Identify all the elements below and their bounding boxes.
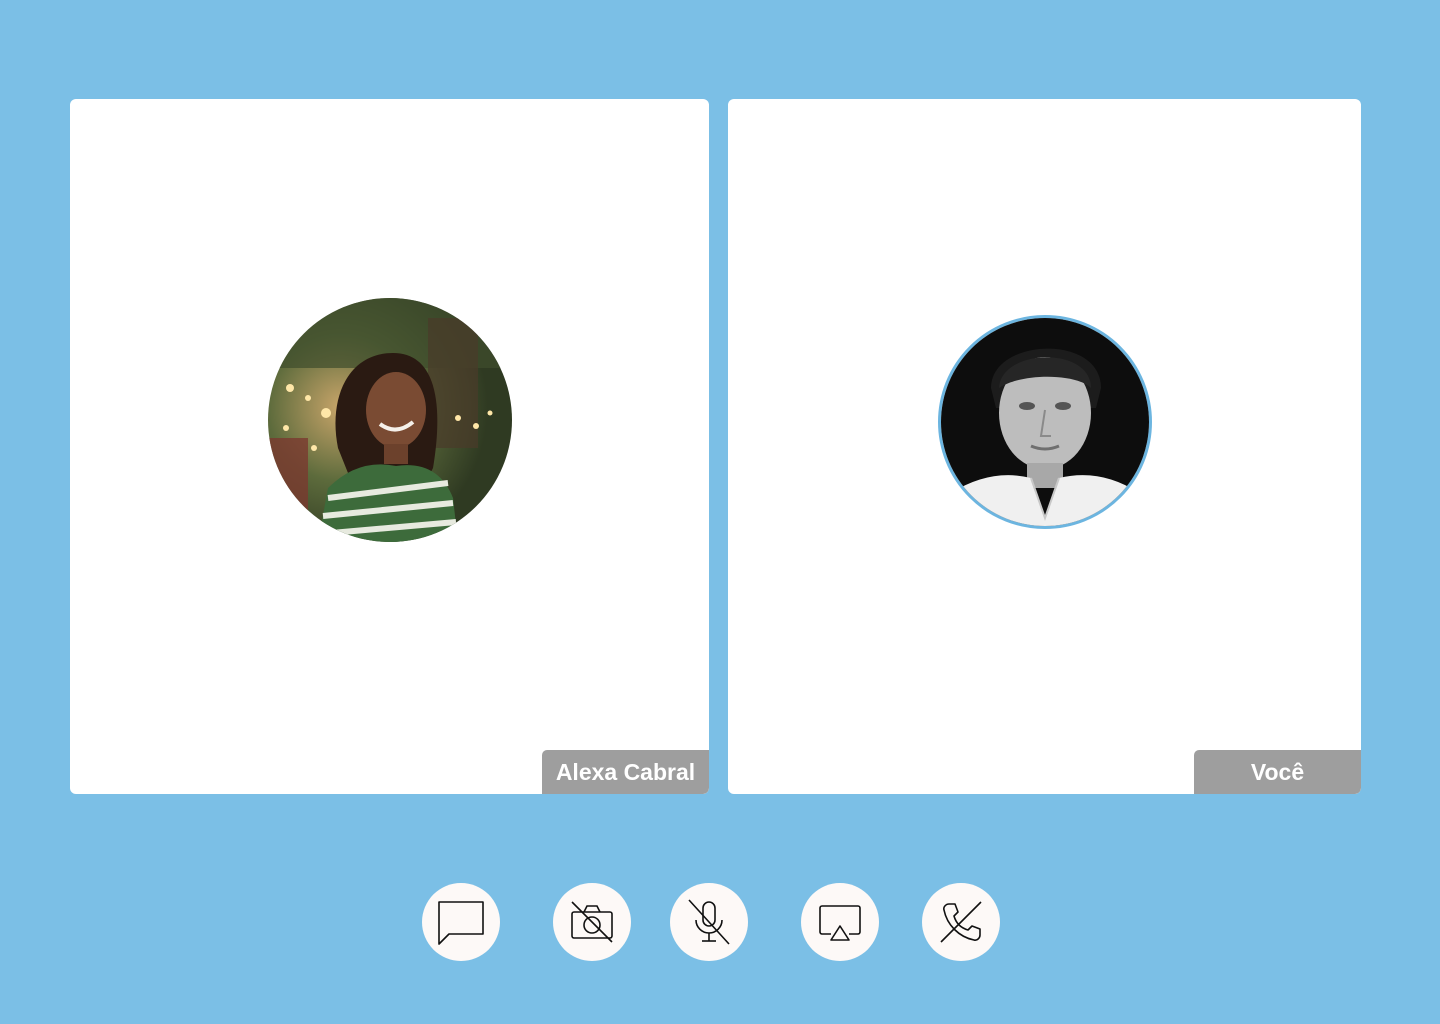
participant-tile-alexa: Alexa Cabral bbox=[70, 99, 709, 794]
screen-share-icon bbox=[819, 905, 861, 941]
mic-off-icon bbox=[688, 899, 730, 945]
avatar-photo-woman bbox=[268, 298, 512, 542]
participant-name-label-self: Você bbox=[1194, 750, 1361, 794]
participant-avatar-self bbox=[938, 315, 1152, 529]
end-call-button[interactable] bbox=[922, 883, 1000, 961]
camera-off-icon bbox=[571, 901, 613, 943]
screen-share-button[interactable] bbox=[801, 883, 879, 961]
participant-tile-self: Você bbox=[728, 99, 1361, 794]
avatar-photo-man bbox=[941, 318, 1149, 526]
participant-avatar-alexa bbox=[268, 298, 512, 542]
mic-toggle-button[interactable] bbox=[670, 883, 748, 961]
camera-toggle-button[interactable] bbox=[553, 883, 631, 961]
end-call-icon bbox=[940, 901, 982, 943]
participant-name-label: Alexa Cabral bbox=[542, 750, 709, 794]
chat-bubble-icon bbox=[438, 901, 484, 945]
call-controls-bar bbox=[0, 883, 1440, 961]
chat-button[interactable] bbox=[422, 883, 500, 961]
